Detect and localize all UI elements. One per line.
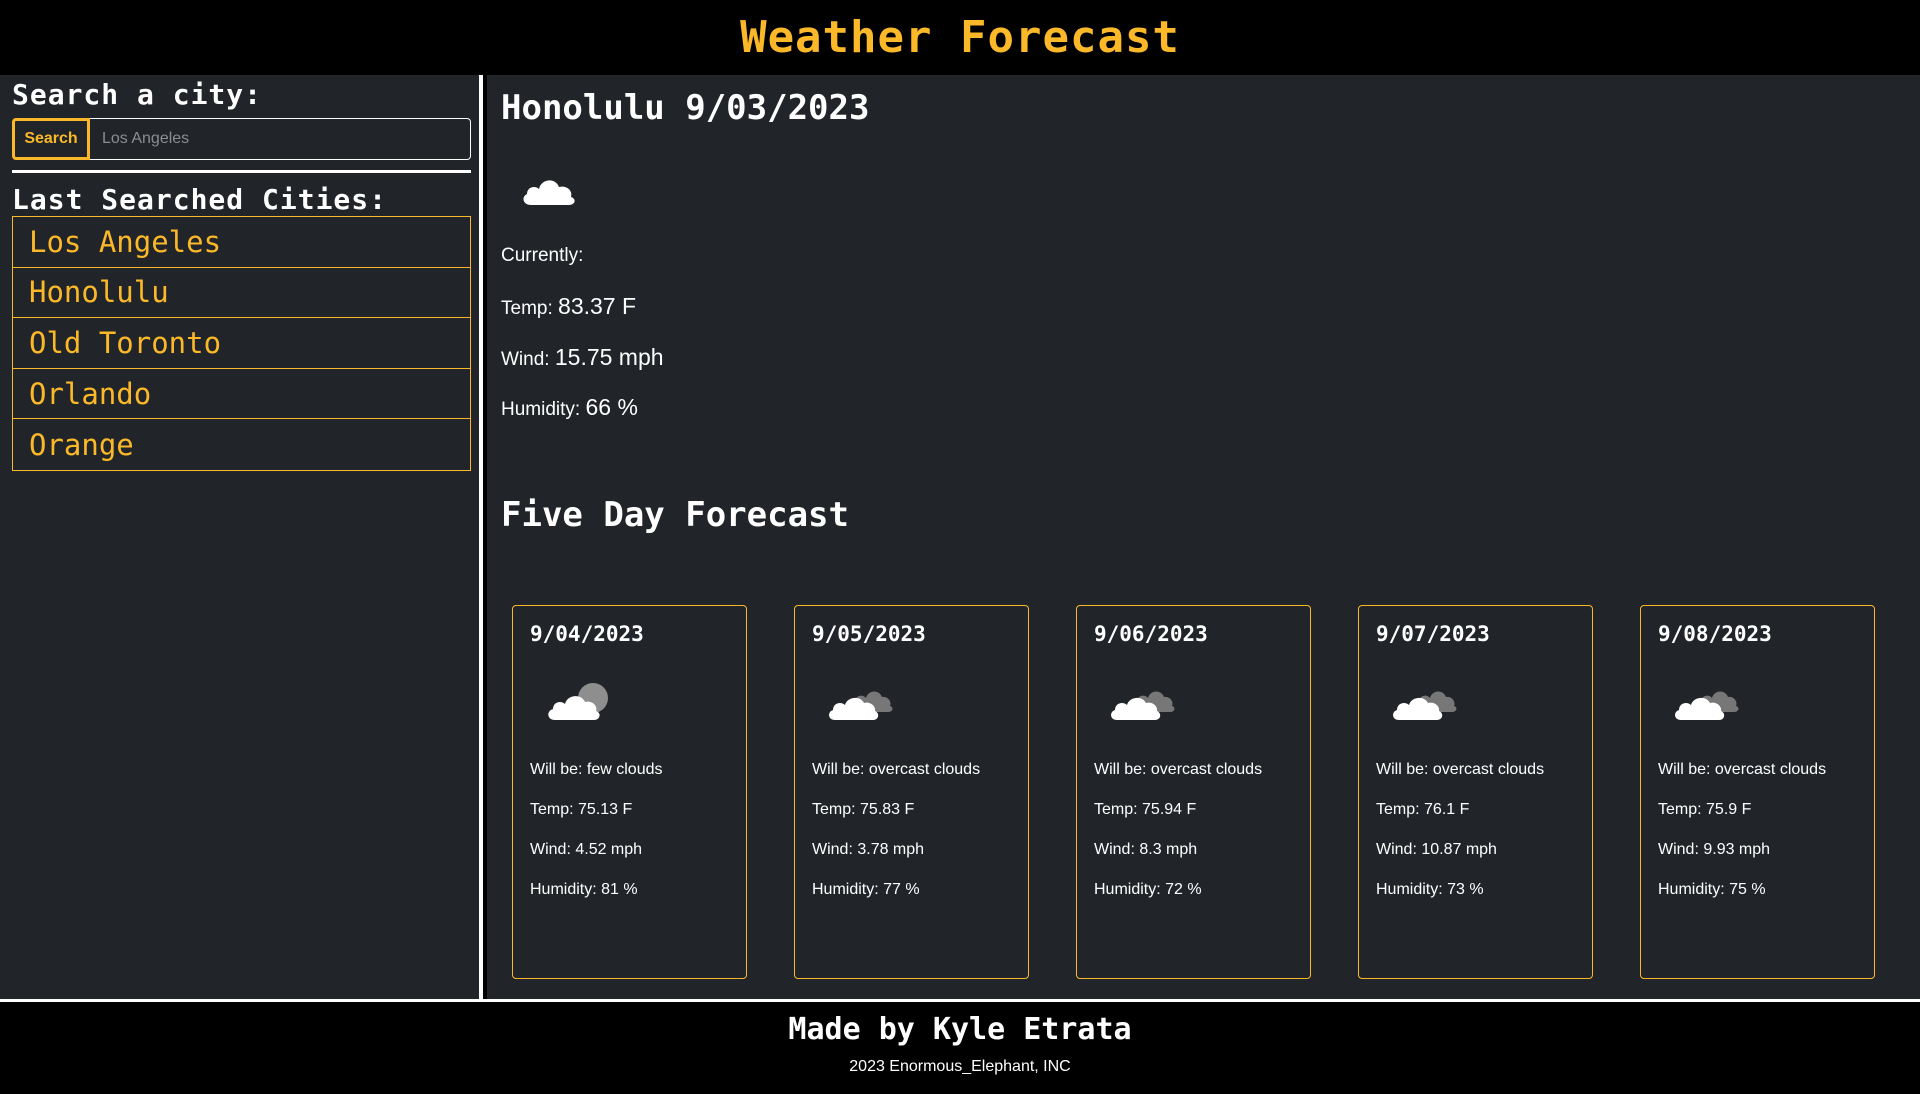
last-searched-title: Last Searched Cities:: [12, 183, 388, 216]
city-item-orange[interactable]: Orange: [13, 419, 470, 470]
forecast-card: 9/07/2023 Will be: overcast clouds Temp:…: [1358, 605, 1593, 979]
forecast-card: 9/08/2023 Will be: overcast clouds Temp:…: [1640, 605, 1875, 979]
forecast-wind: Wind: 10.87 mph: [1376, 841, 1497, 858]
overcast-clouds-icon: [829, 691, 893, 720]
forecast-date: 9/04/2023: [530, 622, 644, 646]
temp-value: 83.37 F: [558, 293, 637, 319]
city-item-los-angeles[interactable]: Los Angeles: [13, 217, 470, 268]
overcast-clouds-icon: [1393, 691, 1457, 720]
humidity-label: Humidity:: [501, 399, 581, 420]
main-content: Honolulu 9/03/2023 Currently: Temp: 83.3…: [487, 75, 1920, 999]
forecast-description: Will be: overcast clouds: [1658, 761, 1827, 778]
sidebar: Search a city: Search Last Searched Citi…: [0, 75, 483, 999]
right-edge-strip: [1920, 0, 1932, 1094]
city-item-old-toronto[interactable]: Old Toronto: [13, 318, 470, 369]
forecast-description: Will be: few clouds: [530, 761, 663, 778]
forecast-temp: Temp: 75.13 F: [530, 801, 633, 818]
forecast-date: 9/05/2023: [812, 622, 926, 646]
sidebar-divider: [12, 170, 471, 173]
search-input[interactable]: [90, 118, 471, 160]
forecast-wind: Wind: 9.93 mph: [1658, 841, 1771, 858]
current-temp: Temp: 83.37 F: [501, 293, 636, 320]
humidity-value: 66 %: [585, 394, 638, 420]
forecast-card: 9/05/2023 Will be: overcast clouds Temp:…: [794, 605, 1029, 979]
forecast-title: Five Day Forecast: [501, 495, 849, 535]
current-humidity: Humidity: 66 %: [501, 394, 638, 421]
forecast-wind: Wind: 8.3 mph: [1094, 841, 1198, 858]
search-title: Search a city:: [12, 78, 263, 111]
forecast-temp: Temp: 75.83 F: [812, 801, 915, 818]
forecast-temp: Temp: 75.94 F: [1094, 801, 1197, 818]
forecast-card: 9/04/2023 Will be: few clouds Temp: 75.1…: [512, 605, 747, 979]
search-row: Search: [12, 118, 471, 160]
forecast-date: 9/06/2023: [1094, 622, 1208, 646]
forecast-description: Will be: overcast clouds: [1094, 761, 1263, 778]
footer: Made by Kyle Etrata 2023 Enormous_Elepha…: [0, 999, 1920, 1094]
cloud-icon: [523, 180, 575, 205]
forecast-date: 9/08/2023: [1658, 622, 1772, 646]
forecast-humidity: Humidity: 75 %: [1658, 881, 1766, 898]
search-button[interactable]: Search: [12, 118, 90, 160]
city-item-orlando[interactable]: Orlando: [13, 368, 470, 420]
forecast-description: Will be: overcast clouds: [812, 761, 981, 778]
city-item-honolulu[interactable]: Honolulu: [13, 267, 470, 319]
currently-label: Currently:: [501, 245, 584, 266]
wind-value: 15.75 mph: [554, 344, 664, 370]
app-header: Weather Forecast: [0, 0, 1920, 75]
footer-copyright: 2023 Enormous_Elephant, INC: [849, 1058, 1071, 1075]
forecast-date: 9/07/2023: [1376, 622, 1490, 646]
few-clouds-icon: [548, 683, 608, 720]
forecast-wind: Wind: 4.52 mph: [530, 841, 643, 858]
current-city-title: Honolulu 9/03/2023: [501, 88, 870, 128]
current-wind: Wind: 15.75 mph: [501, 344, 664, 371]
wind-label: Wind:: [501, 349, 550, 370]
forecast-humidity: Humidity: 72 %: [1094, 881, 1202, 898]
footer-credit: Made by Kyle Etrata: [788, 1012, 1132, 1047]
overcast-clouds-icon: [1675, 691, 1739, 720]
forecast-humidity: Humidity: 81 %: [530, 881, 638, 898]
forecast-temp: Temp: 76.1 F: [1376, 801, 1470, 818]
app-title: Weather Forecast: [740, 12, 1180, 63]
city-list: Los Angeles Honolulu Old Toronto Orlando…: [12, 216, 471, 471]
temp-label: Temp:: [501, 298, 553, 319]
forecast-description: Will be: overcast clouds: [1376, 761, 1545, 778]
forecast-card: 9/06/2023 Will be: overcast clouds Temp:…: [1076, 605, 1311, 979]
forecast-temp: Temp: 75.9 F: [1658, 801, 1752, 818]
forecast-humidity: Humidity: 73 %: [1376, 881, 1484, 898]
forecast-humidity: Humidity: 77 %: [812, 881, 920, 898]
forecast-wind: Wind: 3.78 mph: [812, 841, 925, 858]
overcast-clouds-icon: [1111, 691, 1175, 720]
page: Weather Forecast Search a city: Search L…: [0, 0, 1932, 1094]
